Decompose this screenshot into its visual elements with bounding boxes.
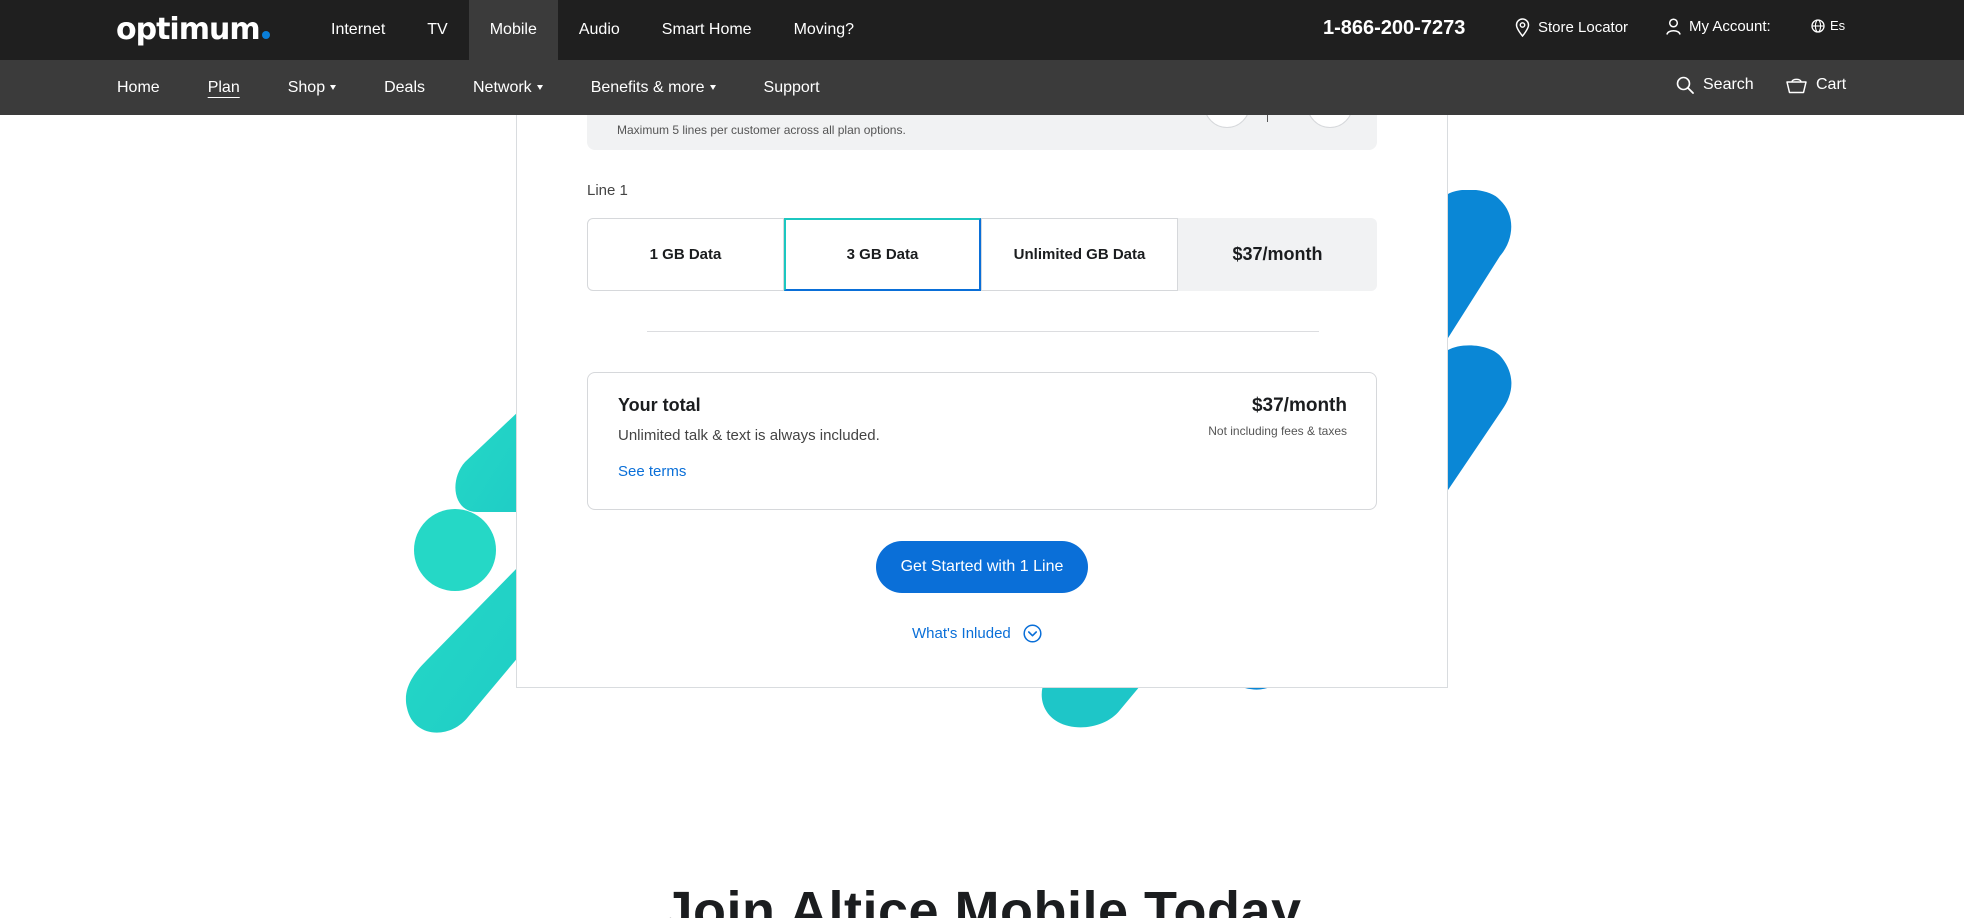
topnav-moving[interactable]: Moving? bbox=[773, 0, 875, 60]
user-icon bbox=[1666, 18, 1681, 35]
total-price-note: Not including fees & taxes bbox=[1208, 424, 1347, 438]
line-price: $37/month bbox=[1178, 218, 1377, 291]
total-subtitle: Unlimited talk & text is always included… bbox=[618, 427, 880, 444]
total-price: $37/month bbox=[1251, 395, 1347, 416]
plan-option-1gb[interactable]: 1 GB Data bbox=[587, 218, 784, 291]
total-summary: Your total Unlimited talk & text is alwa… bbox=[587, 372, 1377, 510]
subnav-home-label: Home bbox=[117, 78, 160, 96]
phone-number-link[interactable]: 1-866-200-7273 bbox=[1323, 17, 1465, 40]
topnav-smart-home[interactable]: Smart Home bbox=[641, 0, 773, 60]
plan-option-3gb[interactable]: 3 GB Data bbox=[784, 218, 981, 291]
subnav-deals-label: Deals bbox=[384, 78, 425, 96]
line-label: Line 1 bbox=[587, 182, 628, 199]
see-terms-link[interactable]: See terms bbox=[618, 463, 686, 480]
lines-max-note: Maximum 5 lines per customer across all … bbox=[617, 123, 906, 137]
subnav-home[interactable]: Home bbox=[117, 60, 160, 115]
subnav-deals[interactable]: Deals bbox=[384, 60, 425, 115]
subnav-network-label: Network bbox=[473, 78, 532, 96]
store-locator-label: Store Locator bbox=[1538, 19, 1629, 36]
chevron-down-circle-icon bbox=[1023, 624, 1042, 643]
total-title: Your total bbox=[618, 395, 701, 415]
language-toggle[interactable]: Es bbox=[1811, 18, 1845, 33]
cart-icon bbox=[1786, 78, 1807, 93]
get-started-button[interactable]: Get Started with 1 Line bbox=[876, 541, 1088, 593]
subnav-benefits[interactable]: Benefits & more bbox=[591, 60, 716, 115]
whats-included-label: What's Inluded bbox=[912, 625, 1011, 642]
subnav-network[interactable]: Network bbox=[473, 60, 543, 115]
page: optimum Internet TV Mobile Audio Smart H… bbox=[0, 0, 1964, 918]
subnav-benefits-label: Benefits & more bbox=[590, 78, 705, 96]
cart-link[interactable]: Cart bbox=[1786, 76, 1846, 94]
globe-icon bbox=[1811, 18, 1825, 33]
secondary-nav: Home Plan Shop Deals Network Benefits & … bbox=[117, 60, 868, 115]
language-label: Es bbox=[1830, 18, 1846, 33]
search-link[interactable]: Search bbox=[1676, 76, 1754, 94]
subnav-shop[interactable]: Shop bbox=[287, 60, 337, 115]
teal-decorative-shape-left bbox=[405, 410, 520, 733]
section-divider bbox=[647, 331, 1319, 332]
caret-down-icon bbox=[709, 85, 716, 90]
blue-decorative-shape-right bbox=[1448, 190, 1512, 490]
subnav-plan-label: Plan bbox=[207, 78, 240, 96]
whats-included-toggle[interactable]: What's Inluded bbox=[912, 624, 1042, 643]
teal-decorative-shape-bottom bbox=[1041, 680, 1280, 728]
data-plan-options: 1 GB Data 3 GB Data Unlimited GB Data $3… bbox=[587, 218, 1377, 291]
logo-text: optimum bbox=[116, 12, 261, 47]
plan-option-unlimited[interactable]: Unlimited GB Data bbox=[981, 218, 1178, 291]
my-account-label: My Account: bbox=[1689, 18, 1771, 35]
my-account-link[interactable]: My Account: bbox=[1666, 18, 1771, 35]
plan-builder-card: Maximum 5 lines per customer across all … bbox=[516, 82, 1448, 688]
topnav-internet[interactable]: Internet bbox=[310, 0, 406, 60]
subnav-shop-label: Shop bbox=[287, 78, 326, 96]
map-pin-icon bbox=[1515, 18, 1530, 37]
caret-down-icon bbox=[536, 85, 543, 90]
search-icon bbox=[1676, 76, 1694, 94]
topnav-tv[interactable]: TV bbox=[406, 0, 468, 60]
topnav-audio[interactable]: Audio bbox=[558, 0, 641, 60]
subnav-support-label: Support bbox=[763, 78, 820, 96]
subnav-support[interactable]: Support bbox=[764, 60, 820, 115]
topnav-mobile[interactable]: Mobile bbox=[468, 0, 558, 60]
logo-dot bbox=[261, 31, 270, 39]
secondary-navigation-bar: Home Plan Shop Deals Network Benefits & … bbox=[0, 60, 1964, 115]
store-locator-link[interactable]: Store Locator bbox=[1515, 18, 1628, 37]
subnav-plan[interactable]: Plan bbox=[208, 60, 240, 115]
top-navigation-bar: optimum Internet TV Mobile Audio Smart H… bbox=[0, 0, 1964, 60]
cart-label: Cart bbox=[1816, 76, 1847, 93]
optimum-logo[interactable]: optimum bbox=[116, 12, 270, 47]
caret-down-icon bbox=[330, 85, 337, 90]
primary-nav: Internet TV Mobile Audio Smart Home Movi… bbox=[310, 0, 875, 60]
search-label: Search bbox=[1703, 76, 1754, 93]
section-heading: Join Altice Mobile Today bbox=[662, 881, 1302, 918]
